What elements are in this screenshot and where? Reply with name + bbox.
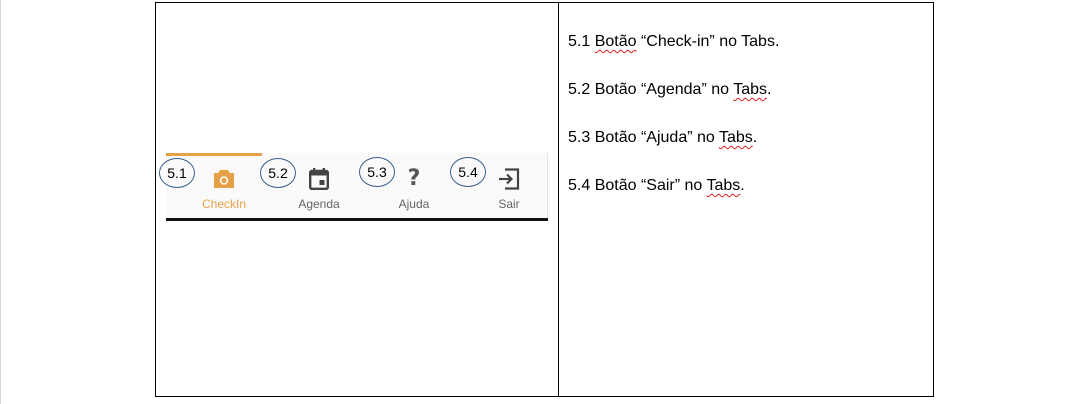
tab-label: Ajuda [398,197,430,211]
page-edge [0,0,1,404]
camera-icon [212,167,236,191]
description-item: 5.2 Botão “Agenda” no Tabs. [568,81,772,98]
callout-5-2: 5.2 [260,158,296,188]
callout-5-4: 5.4 [450,157,486,187]
tab-label: Agenda [298,197,340,211]
tab-label: CheckIn [201,197,247,211]
cell-divider [558,3,559,396]
description-item: 5.4 Botão “Sair” no Tabs. [568,177,745,194]
callout-5-3: 5.3 [359,157,395,187]
tab-bar-bottom-border [166,218,548,221]
tab-bar-edge [547,153,548,221]
description-item: 5.3 Botão “Ajuda” no Tabs. [568,129,758,146]
exit-icon [497,167,521,191]
tab-checkin[interactable]: CheckIn [178,153,270,218]
help-icon: ? [407,166,421,191]
tab-bar-image: CheckIn Agenda ? Ajuda Sair 5.1 5.2 5.3 … [159,153,548,221]
document-table: CheckIn Agenda ? Ajuda Sair 5.1 5.2 5.3 … [155,2,934,397]
callout-5-1: 5.1 [159,158,195,188]
description-list: 5.1 Botão “Check-in” no Tabs. 5.2 Botão … [568,31,779,223]
description-item: 5.1 Botão “Check-in” no Tabs. [568,33,780,50]
tab-label: Sair [498,197,520,211]
calendar-icon [307,167,331,191]
